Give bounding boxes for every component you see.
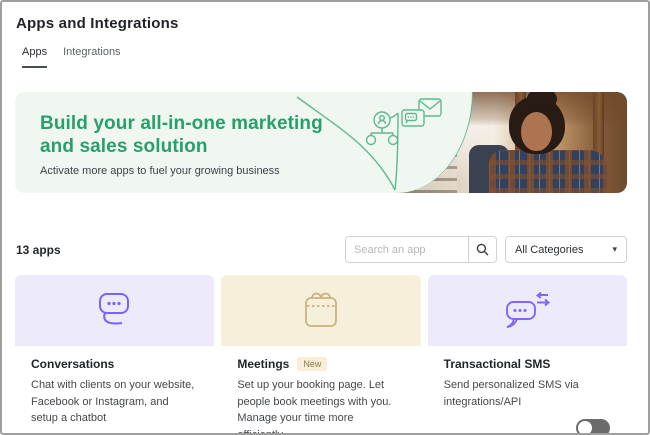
search-box	[345, 236, 497, 263]
promo-banner: Build your all-in-one marketing and sale…	[15, 92, 627, 193]
woman-face	[521, 112, 552, 151]
category-filter-dropdown[interactable]: All Categories ▾	[505, 236, 627, 263]
card-body: Meetings New Set up your booking page. L…	[221, 346, 420, 435]
app-card-transactional-sms[interactable]: Transactional SMS Send personalized SMS …	[428, 275, 627, 435]
apps-count: 13 apps	[15, 243, 61, 257]
banner-heading: Build your all-in-one marketing and sale…	[40, 112, 360, 158]
calendar-icon	[299, 290, 343, 332]
app-card-grid: Conversations Chat with clients on your …	[15, 275, 627, 435]
transactional-sms-toggle[interactable]	[576, 419, 610, 435]
card-description: Send personalized SMS via integrations/A…	[444, 377, 610, 410]
card-media	[221, 275, 420, 346]
tab-bar: Apps Integrations	[22, 46, 648, 68]
banner-photo	[397, 92, 627, 193]
app-card-meetings[interactable]: Meetings New Set up your booking page. L…	[221, 275, 420, 435]
search-button[interactable]	[468, 237, 496, 262]
apps-toolbar: 13 apps All Categories ▾	[15, 236, 627, 263]
sms-exchange-icon	[503, 290, 551, 332]
search-icon	[476, 243, 489, 256]
chevron-down-icon: ▾	[612, 244, 617, 255]
woman-plaid-shirt	[489, 150, 607, 193]
chat-bubble-icon	[92, 291, 138, 331]
tab-apps[interactable]: Apps	[22, 46, 47, 68]
app-card-conversations[interactable]: Conversations Chat with clients on your …	[15, 275, 214, 435]
new-badge: New	[297, 357, 327, 371]
card-body: Transactional SMS Send personalized SMS …	[428, 346, 627, 435]
card-title: Transactional SMS	[444, 357, 551, 371]
category-filter-value: All Categories	[515, 244, 583, 256]
search-input[interactable]	[346, 237, 468, 262]
card-title: Conversations	[31, 357, 114, 371]
page-title: Apps and Integrations	[2, 2, 648, 32]
card-title: Meetings	[237, 357, 289, 371]
apps-and-integrations-page: Apps and Integrations Apps Integrations …	[0, 0, 650, 435]
card-media	[428, 275, 627, 346]
banner-text: Build your all-in-one marketing and sale…	[40, 112, 360, 177]
card-description: Set up your booking page. Let people boo…	[237, 377, 403, 435]
tab-integrations[interactable]: Integrations	[63, 46, 120, 68]
banner-subtitle: Activate more apps to fuel your growing …	[40, 165, 360, 177]
card-media	[15, 275, 214, 346]
card-body: Conversations Chat with clients on your …	[15, 346, 214, 435]
card-description: Chat with clients on your website, Faceb…	[31, 377, 197, 427]
